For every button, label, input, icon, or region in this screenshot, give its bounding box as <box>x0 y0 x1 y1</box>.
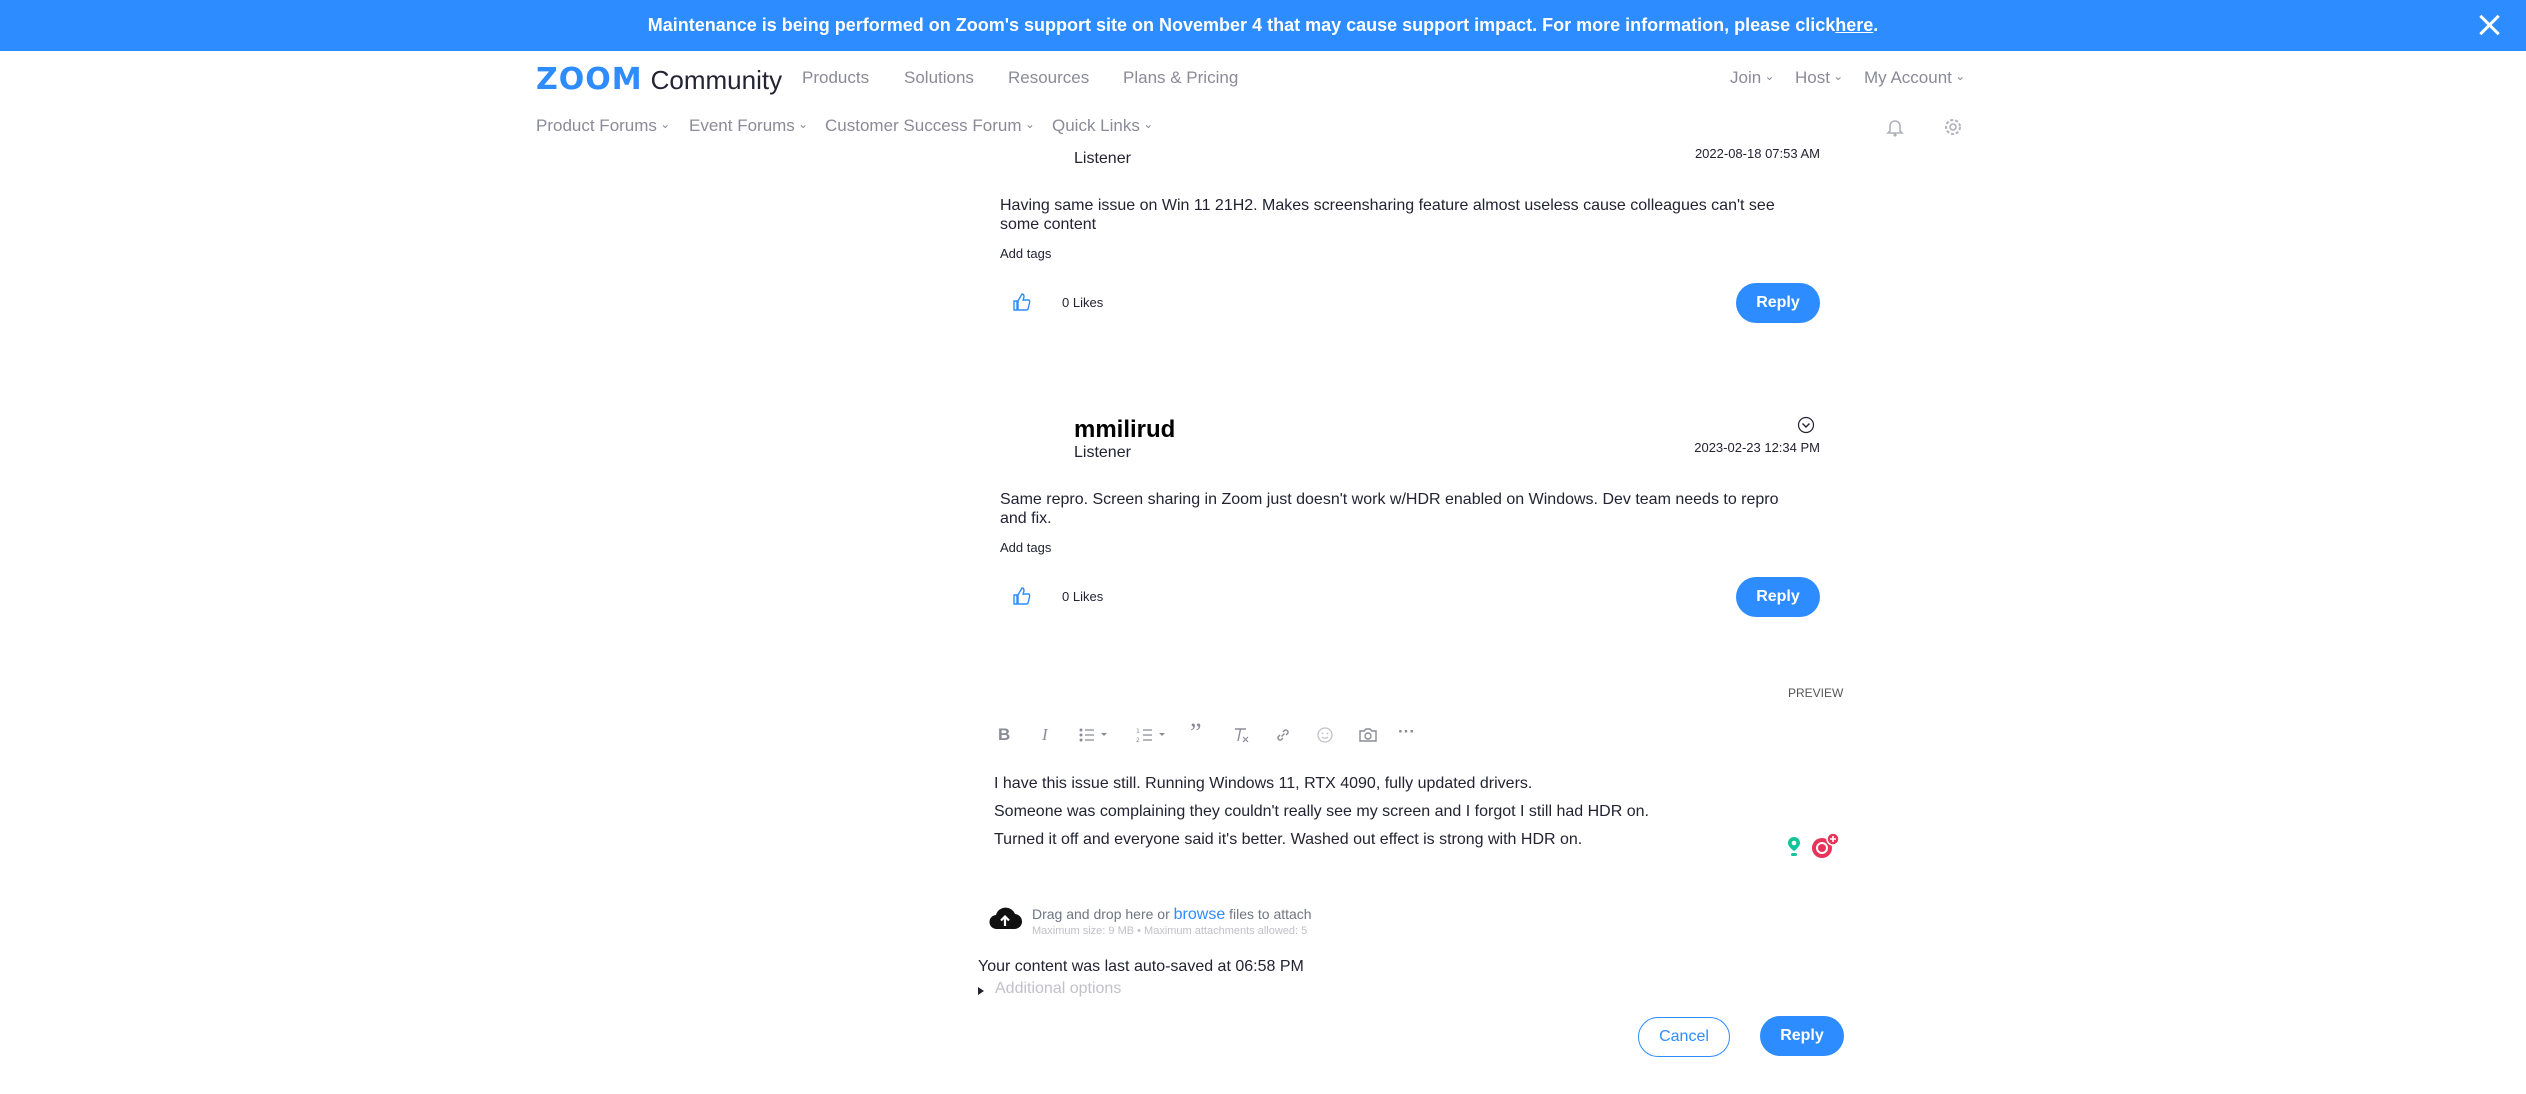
logo-zoom-text: ZOOM <box>536 62 643 97</box>
post-1-body-line: Having same issue on Win 11 21H2. Makes … <box>1000 197 1775 214</box>
attachment-limits: Maximum size: 9 MB • Maximum attachments… <box>1032 925 1308 937</box>
emoji-icon[interactable] <box>1316 726 1334 744</box>
editor-line: Someone was complaining they couldn't re… <box>994 803 1649 820</box>
cancel-button[interactable]: Cancel <box>1638 1017 1730 1057</box>
post-1-reply-button[interactable]: Reply <box>1736 283 1820 323</box>
post-2-likes: 0 Likes <box>1062 589 1104 604</box>
post-2-body-line: and fix. <box>1000 510 1052 527</box>
reply-editor[interactable]: I have this issue still. Running Windows… <box>994 770 1814 854</box>
maintenance-banner: Maintenance is being performed on Zoom's… <box>0 0 2526 51</box>
banner-link[interactable]: here <box>1835 15 1873 36</box>
post-1-role: Listener <box>1074 150 1131 167</box>
bold-icon[interactable]: B <box>998 725 1010 745</box>
numbered-list-icon[interactable]: 1 2 <box>1136 727 1166 743</box>
browse-link[interactable]: browse <box>1174 906 1226 923</box>
grammar-assistant-icon[interactable] <box>1786 836 1802 858</box>
subnav-product-forums[interactable]: Product Forums <box>536 116 670 136</box>
submit-reply-button[interactable]: Reply <box>1760 1016 1844 1056</box>
expand-triangle-icon[interactable] <box>977 986 985 996</box>
post-2-add-tags[interactable]: Add tags <box>1000 540 1051 555</box>
attach-suffix: files to attach <box>1225 906 1312 922</box>
attachment-dropzone[interactable]: Drag and drop here or browse files to at… <box>1032 906 1312 924</box>
nav-my-account[interactable]: My Account <box>1864 68 1965 88</box>
nav-solutions[interactable]: Solutions <box>904 68 974 88</box>
quote-icon[interactable]: ” <box>1190 718 1202 748</box>
post-1-add-tags[interactable]: Add tags <box>1000 246 1051 261</box>
post-1-body-line: some content <box>1000 216 1097 233</box>
svg-text:2: 2 <box>1136 737 1140 743</box>
camera-icon[interactable] <box>1358 726 1378 744</box>
subnav-customer-success-forum[interactable]: Customer Success Forum <box>825 116 1035 136</box>
bulleted-list-icon[interactable] <box>1078 727 1108 743</box>
post-2-author[interactable]: mmilirud <box>1074 416 1175 444</box>
svg-text:1: 1 <box>1136 728 1140 735</box>
italic-icon[interactable]: I <box>1042 725 1048 745</box>
nav-join[interactable]: Join <box>1730 68 1775 88</box>
editor-line: Turned it off and everyone said it's bet… <box>994 831 1583 848</box>
logo-community-text: Community <box>650 65 783 95</box>
clear-formatting-icon[interactable] <box>1232 726 1250 744</box>
subnav-quick-links[interactable]: Quick Links <box>1052 116 1153 136</box>
gear-icon[interactable] <box>1942 116 1964 138</box>
cloud-upload-icon <box>989 907 1022 930</box>
link-icon[interactable] <box>1274 726 1292 744</box>
thumbs-up-icon[interactable] <box>1012 292 1032 312</box>
post-2-body: Same repro. Screen sharing in Zoom just … <box>1000 490 1779 528</box>
chevron-down-icon[interactable] <box>1797 416 1815 434</box>
attach-prefix: Drag and drop here or <box>1032 906 1174 922</box>
zoom-community-logo[interactable]: ZOOM Community <box>536 62 782 97</box>
post-2-timestamp: 2023-02-23 12:34 PM <box>1694 440 1820 455</box>
post-2-body-line: Same repro. Screen sharing in Zoom just … <box>1000 491 1779 508</box>
banner-text: Maintenance is being performed on Zoom's… <box>647 15 1836 35</box>
post-1-body: Having same issue on Win 11 21H2. Makes … <box>1000 196 1775 234</box>
more-options-icon[interactable]: ··· <box>1398 722 1415 742</box>
thumbs-up-icon[interactable] <box>1012 586 1032 606</box>
nav-products[interactable]: Products <box>802 68 869 88</box>
post-2-reply-button[interactable]: Reply <box>1736 577 1820 617</box>
post-2-role: Listener <box>1074 444 1131 461</box>
additional-options-toggle[interactable]: Additional options <box>995 980 1121 998</box>
banner-suffix: . <box>1873 15 1879 35</box>
nav-plans-pricing[interactable]: Plans & Pricing <box>1123 68 1238 88</box>
post-1-timestamp: 2022-08-18 07:53 AM <box>1694 146 1820 161</box>
preview-toggle[interactable]: PREVIEW <box>1788 686 1843 700</box>
close-icon[interactable] <box>2474 10 2504 40</box>
subnav-event-forums[interactable]: Event Forums <box>689 116 808 136</box>
post-1-likes: 0 Likes <box>1062 295 1104 310</box>
editor-line: I have this issue still. Running Windows… <box>994 775 1533 792</box>
nav-resources[interactable]: Resources <box>1008 68 1089 88</box>
nav-host[interactable]: Host <box>1795 68 1843 88</box>
extension-badge-icon[interactable] <box>1810 832 1840 860</box>
autosave-status: Your content was last auto-saved at 06:5… <box>978 958 1304 975</box>
bell-icon[interactable] <box>1884 116 1906 138</box>
